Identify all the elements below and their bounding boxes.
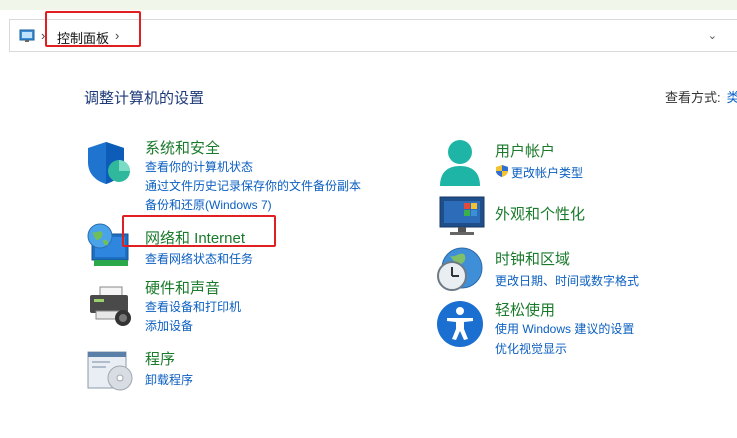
accessibility-icon	[437, 301, 483, 347]
category-ease-of-access[interactable]: 轻松使用	[495, 299, 555, 320]
view-by-label: 查看方式:	[665, 90, 721, 105]
category-hardware-sound[interactable]: 硬件和声音	[145, 277, 220, 298]
user-account-icon	[440, 140, 480, 186]
page-title: 调整计算机的设置	[84, 90, 205, 107]
uac-shield-icon	[496, 165, 508, 177]
link-optimize-visual-display[interactable]: 优化视觉显示	[495, 340, 567, 357]
link-change-account-type[interactable]: 更改帐户类型	[511, 164, 583, 181]
category-system-security[interactable]: 系统和安全	[145, 137, 220, 158]
view-by[interactable]: 查看方式: 类	[665, 87, 737, 106]
link-uninstall-program[interactable]: 卸载程序	[145, 371, 193, 388]
link-view-devices-printers[interactable]: 查看设备和打印机	[145, 298, 241, 315]
printer-icon	[90, 286, 131, 326]
category-clock-region[interactable]: 时钟和区域	[495, 248, 570, 269]
address-dropdown-icon[interactable]: ⌄	[708, 29, 717, 42]
view-by-value[interactable]: 类	[727, 90, 737, 105]
highlight-box-breadcrumb	[45, 11, 141, 47]
control-panel-icon	[19, 29, 35, 42]
category-appearance[interactable]: 外观和个性化	[495, 203, 585, 224]
link-file-history-backup[interactable]: 通过文件历史记录保存你的文件备份副本	[145, 177, 361, 194]
category-programs[interactable]: 程序	[145, 348, 175, 369]
programs-icon	[87, 351, 133, 391]
link-windows-recommended-settings[interactable]: 使用 Windows 建议的设置	[495, 320, 634, 337]
shield-icon	[88, 142, 130, 184]
link-change-date-time-format[interactable]: 更改日期、时间或数字格式	[495, 272, 639, 289]
appearance-monitor-icon	[439, 196, 485, 235]
window-top-strip	[0, 0, 737, 10]
link-add-device[interactable]: 添加设备	[145, 317, 193, 334]
link-backup-restore[interactable]: 备份和还原(Windows 7)	[145, 196, 272, 213]
clock-globe-icon	[437, 247, 483, 291]
link-view-network-status[interactable]: 查看网络状态和任务	[145, 250, 253, 267]
highlight-box-network	[122, 215, 276, 247]
category-user-accounts[interactable]: 用户帐户	[495, 140, 555, 161]
link-view-computer-status[interactable]: 查看你的计算机状态	[145, 158, 253, 175]
